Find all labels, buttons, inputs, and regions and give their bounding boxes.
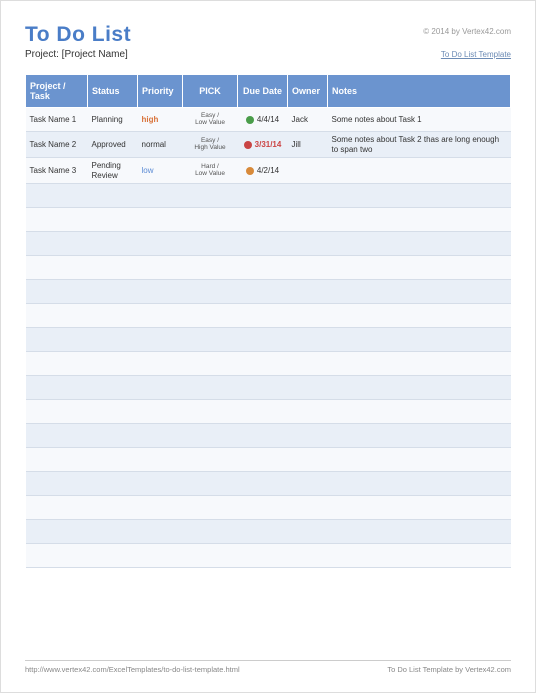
cell-priority[interactable]: high	[138, 108, 183, 132]
col-header-owner: Owner	[288, 75, 328, 108]
cell-pick[interactable]: Hard /Low Value	[183, 158, 238, 184]
project-label: Project: [Project Name]	[25, 49, 128, 60]
cell-pick[interactable]: Easy /High Value	[183, 132, 238, 158]
table-row-empty[interactable]	[26, 472, 511, 496]
table-row-empty[interactable]	[26, 520, 511, 544]
cell-owner[interactable]: Jill	[288, 132, 328, 158]
cell-priority[interactable]: low	[138, 158, 183, 184]
cell-status[interactable]: Approved	[88, 132, 138, 158]
cell-task[interactable]: Task Name 1	[26, 108, 88, 132]
table-row[interactable]: Task Name 1PlanninghighEasy /Low Value4/…	[26, 108, 511, 132]
status-dot-icon	[244, 141, 252, 149]
page-title: To Do List	[25, 23, 131, 47]
col-header-status: Status	[88, 75, 138, 108]
cell-task[interactable]: Task Name 2	[26, 132, 88, 158]
footer-url: http://www.vertex42.com/ExcelTemplates/t…	[25, 665, 240, 674]
footer-credit: To Do List Template by Vertex42.com	[387, 665, 511, 674]
table-row-empty[interactable]	[26, 424, 511, 448]
col-header-due: Due Date	[238, 75, 288, 108]
table-row-empty[interactable]	[26, 232, 511, 256]
header: To Do List © 2014 by Vertex42.com	[25, 23, 511, 47]
cell-notes[interactable]: Some notes about Task 1	[328, 108, 511, 132]
status-dot-icon	[246, 167, 254, 175]
col-header-notes: Notes	[328, 75, 511, 108]
table-row-empty[interactable]	[26, 400, 511, 424]
template-link[interactable]: To Do List Template	[441, 50, 511, 59]
cell-due[interactable]: 4/2/14	[238, 158, 288, 184]
table-row[interactable]: Task Name 3Pending ReviewlowHard /Low Va…	[26, 158, 511, 184]
table-row-empty[interactable]	[26, 448, 511, 472]
cell-notes[interactable]	[328, 158, 511, 184]
cell-status[interactable]: Planning	[88, 108, 138, 132]
col-header-pick: PICK	[183, 75, 238, 108]
table-row-empty[interactable]	[26, 496, 511, 520]
table-row-empty[interactable]	[26, 184, 511, 208]
table-body: Task Name 1PlanninghighEasy /Low Value4/…	[26, 108, 511, 568]
col-header-task: Project / Task	[26, 75, 88, 108]
subheader: Project: [Project Name] To Do List Templ…	[25, 49, 511, 60]
cell-pick[interactable]: Easy /Low Value	[183, 108, 238, 132]
footer: http://www.vertex42.com/ExcelTemplates/t…	[25, 660, 511, 674]
cell-owner[interactable]: Jack	[288, 108, 328, 132]
table-row-empty[interactable]	[26, 280, 511, 304]
todo-table: Project / Task Status Priority PICK Due …	[25, 74, 511, 568]
cell-task[interactable]: Task Name 3	[26, 158, 88, 184]
table-row-empty[interactable]	[26, 256, 511, 280]
table-row-empty[interactable]	[26, 544, 511, 568]
cell-priority[interactable]: normal	[138, 132, 183, 158]
cell-notes[interactable]: Some notes about Task 2 thas are long en…	[328, 132, 511, 158]
table-row-empty[interactable]	[26, 304, 511, 328]
cell-status[interactable]: Pending Review	[88, 158, 138, 184]
cell-due[interactable]: 3/31/14	[238, 132, 288, 158]
table-row-empty[interactable]	[26, 376, 511, 400]
cell-due[interactable]: 4/4/14	[238, 108, 288, 132]
table-row[interactable]: Task Name 2ApprovednormalEasy /High Valu…	[26, 132, 511, 158]
status-dot-icon	[246, 116, 254, 124]
table-row-empty[interactable]	[26, 208, 511, 232]
copyright-text: © 2014 by Vertex42.com	[423, 23, 511, 36]
col-header-priority: Priority	[138, 75, 183, 108]
table-header-row: Project / Task Status Priority PICK Due …	[26, 75, 511, 108]
cell-owner[interactable]	[288, 158, 328, 184]
table-row-empty[interactable]	[26, 328, 511, 352]
table-row-empty[interactable]	[26, 352, 511, 376]
